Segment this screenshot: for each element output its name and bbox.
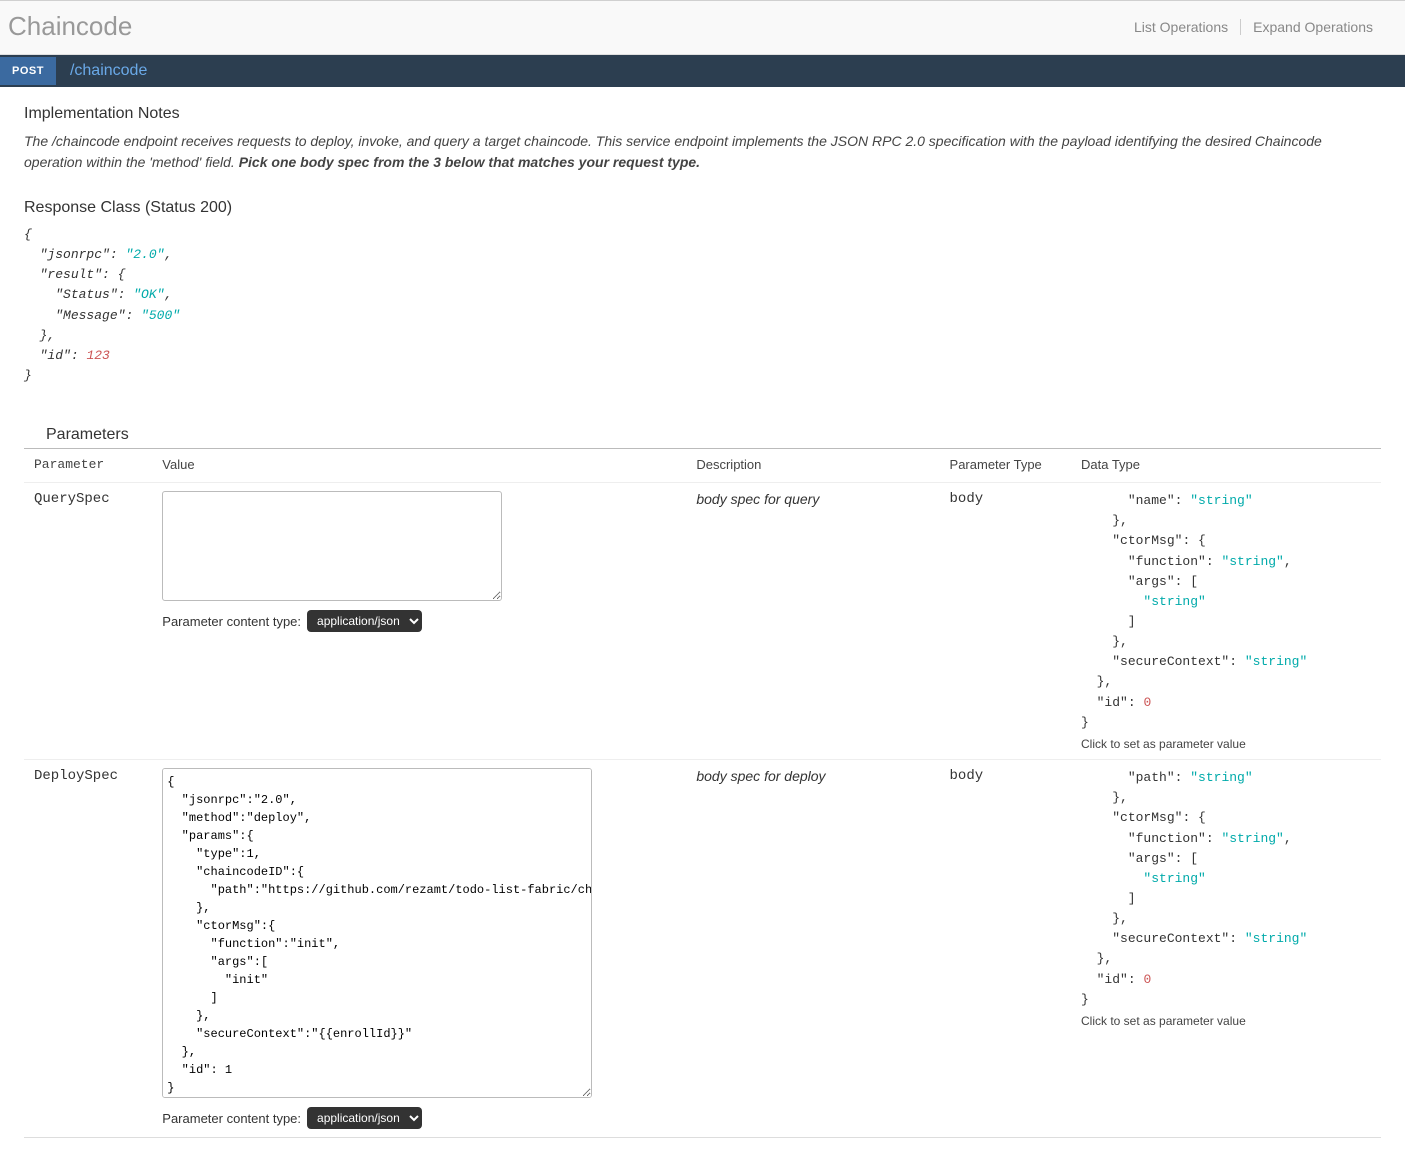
header-bar: Chaincode List Operations Expand Operati… [0,0,1405,55]
col-paramtype-header: Parameter Type [940,449,1071,483]
content-type-label: Parameter content type: [162,1111,301,1126]
param-datatype-cell: "path": "string" }, "ctorMsg": { "functi… [1071,760,1381,1138]
param-name-cell: QuerySpec [24,483,152,760]
page-title: Chaincode [8,11,132,42]
datatype-caption[interactable]: Click to set as parameter value [1081,1014,1371,1028]
param-desc-cell: body spec for query [686,483,939,760]
table-header-row: Parameter Value Description Parameter Ty… [24,449,1381,483]
list-operations-link[interactable]: List Operations [1122,19,1241,35]
parameters-table: Parameter Value Description Parameter Ty… [24,449,1381,1137]
col-parameter-header: Parameter [24,449,152,483]
param-value-cell: Parameter content type: application/json [152,760,686,1138]
content-type-label: Parameter content type: [162,614,301,629]
header-actions: List Operations Expand Operations [1122,19,1385,35]
implementation-notes-body: The /chaincode endpoint receives request… [24,131,1381,173]
param-datatype-cell: "name": "string" }, "ctorMsg": { "functi… [1071,483,1381,760]
response-sample-json: { "jsonrpc": "2.0", "result": { "Status"… [24,225,1381,386]
expand-operations-link[interactable]: Expand Operations [1241,19,1385,35]
table-row: DeploySpec Parameter content type: appli… [24,760,1381,1138]
content-type-select[interactable]: application/json [307,610,422,632]
implementation-notes-heading: Implementation Notes [24,105,1381,123]
param-value-textarea-deploy[interactable] [162,768,592,1098]
http-method-badge: POST [0,57,56,85]
col-datatype-header: Data Type [1071,449,1381,483]
content-area: Implementation Notes The /chaincode endp… [0,87,1405,1156]
param-name-cell: DeploySpec [24,760,152,1138]
col-description-header: Description [686,449,939,483]
datatype-sample-deploy[interactable]: "path": "string" }, "ctorMsg": { "functi… [1081,768,1371,1008]
endpoint-bar[interactable]: POST /chaincode [0,55,1405,87]
parameters-heading: Parameters [24,426,1381,444]
param-type-cell: body [940,760,1071,1138]
param-value-cell: Parameter content type: application/json [152,483,686,760]
notes-bold-text: Pick one body spec from the 3 below that… [239,154,700,170]
parameters-container: Parameter Value Description Parameter Ty… [24,448,1381,1138]
content-type-row: Parameter content type: application/json [162,1107,676,1129]
response-class-heading: Response Class (Status 200) [24,199,1381,217]
datatype-caption[interactable]: Click to set as parameter value [1081,737,1371,751]
col-value-header: Value [152,449,686,483]
param-type-cell: body [940,483,1071,760]
param-desc-cell: body spec for deploy [686,760,939,1138]
content-type-select[interactable]: application/json [307,1107,422,1129]
table-row: QuerySpec Parameter content type: applic… [24,483,1381,760]
param-value-textarea-query[interactable] [162,491,502,601]
content-type-row: Parameter content type: application/json [162,610,676,632]
datatype-sample-query[interactable]: "name": "string" }, "ctorMsg": { "functi… [1081,491,1371,731]
endpoint-path[interactable]: /chaincode [56,62,147,80]
